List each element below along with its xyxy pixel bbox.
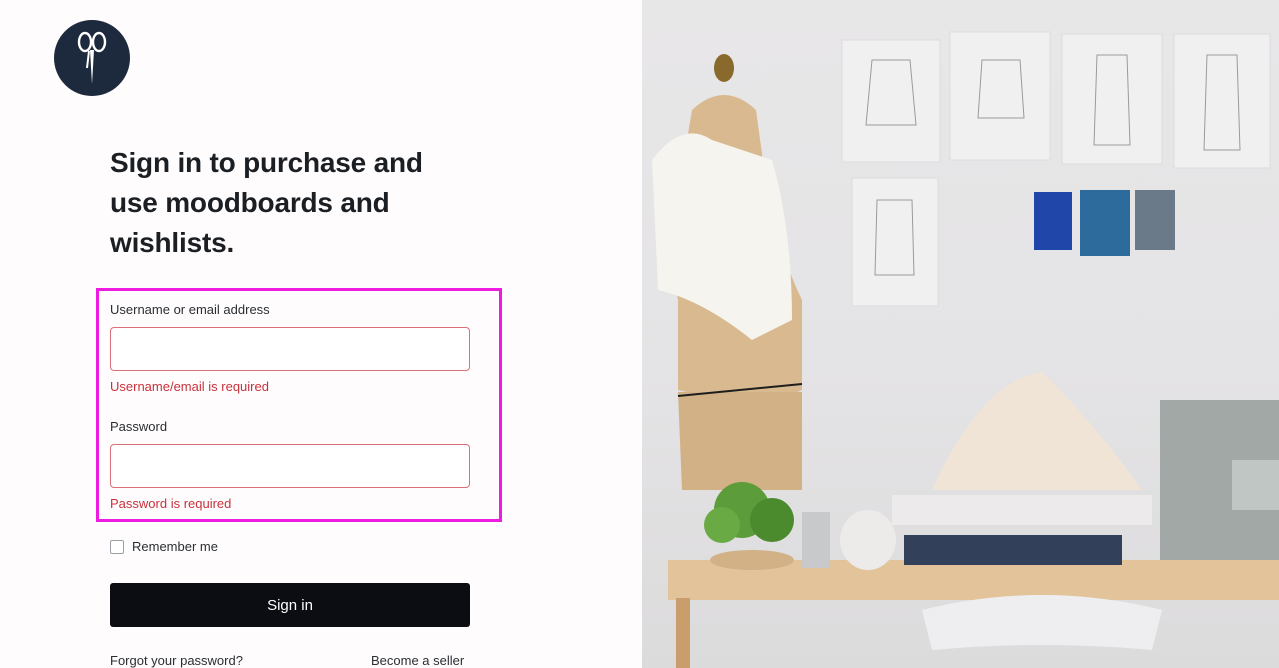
studio-illustration [652,31,1279,668]
forgot-password-link[interactable]: Forgot your password? [110,653,243,668]
sign-in-button[interactable]: Sign in [110,583,470,627]
hero-photo [642,0,1279,668]
login-panel: Sign in to purchase and use moodboards a… [0,0,642,668]
username-input[interactable] [110,327,470,371]
password-input[interactable] [110,444,470,488]
become-seller-link[interactable]: Become a seller [371,653,464,668]
page-title: Sign in to purchase and use moodboards a… [110,147,423,258]
username-error: Username/email is required [110,379,269,394]
password-error: Password is required [110,496,232,511]
password-label: Password [110,419,168,434]
remember-me-row[interactable]: Remember me [110,539,218,554]
remember-me-checkbox[interactable] [110,539,124,554]
brand-logo[interactable] [54,20,130,96]
scissors-icon [77,31,107,84]
username-label: Username or email address [110,302,270,317]
remember-me-label: Remember me [132,539,218,554]
